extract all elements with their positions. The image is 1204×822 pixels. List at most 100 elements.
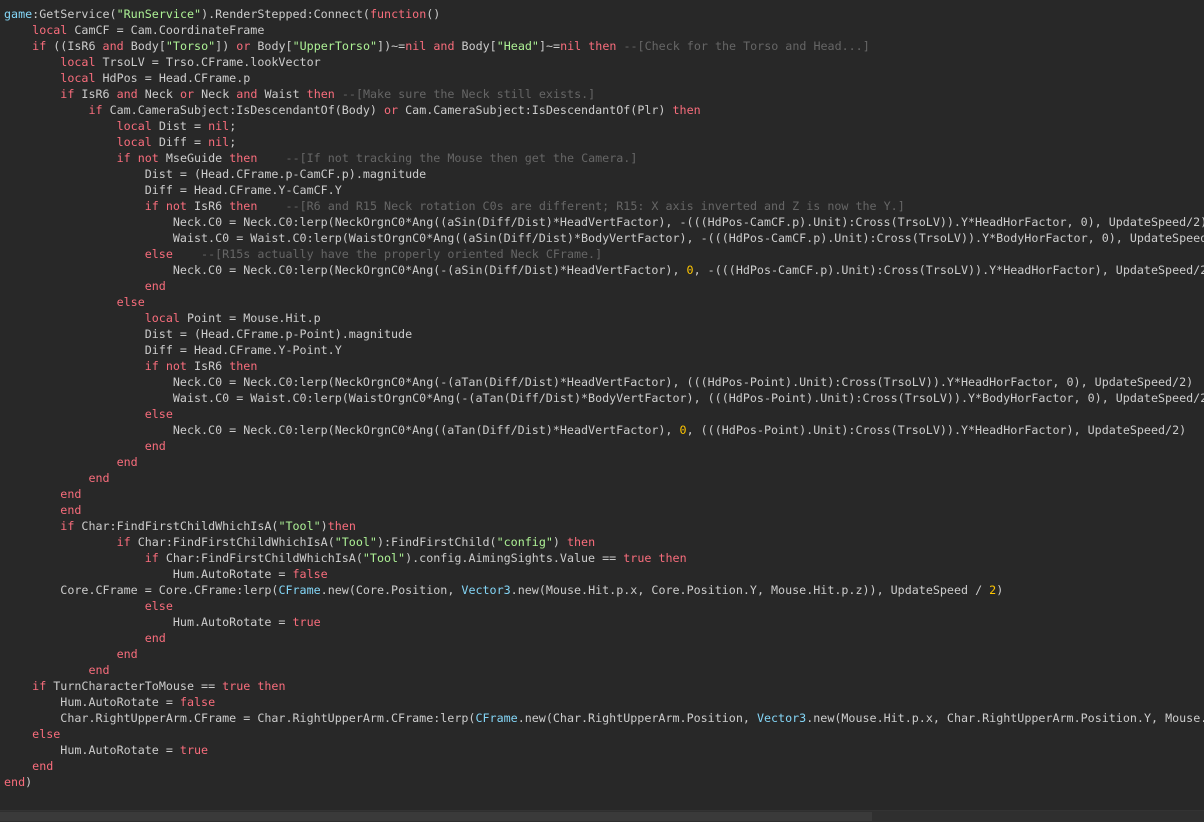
code-token: Hum.AutoRotate = (4, 615, 293, 629)
code-line[interactable]: local HdPos = Head.CFrame.p (0, 70, 1204, 86)
code-line[interactable]: if Char:FindFirstChildWhichIsA("Tool").c… (0, 550, 1204, 566)
keyword-token: if (60, 519, 75, 533)
code-line[interactable]: else (0, 406, 1204, 422)
code-line[interactable]: else (0, 598, 1204, 614)
code-line[interactable]: Waist.C0 = Waist.C0:lerp(WaistOrgnC0*Ang… (0, 230, 1204, 246)
code-line[interactable]: Hum.AutoRotate = true (0, 742, 1204, 758)
keyword-token: and (236, 87, 258, 101)
keyword-token: then (229, 151, 258, 165)
code-token: Body[ (123, 39, 166, 53)
code-line[interactable]: if Cam.CameraSubject:IsDescendantOf(Body… (0, 102, 1204, 118)
keyword-token: else (144, 247, 173, 261)
code-line[interactable]: end (0, 470, 1204, 486)
code-line[interactable]: end (0, 758, 1204, 774)
code-token: :GetService( (32, 7, 117, 21)
code-line[interactable]: end (0, 502, 1204, 518)
code-token: Char.RightUpperArm.CFrame = Char.RightUp… (4, 711, 476, 725)
keyword-token: and (116, 87, 138, 101)
code-line[interactable]: end (0, 278, 1204, 294)
code-line[interactable]: end (0, 630, 1204, 646)
code-token: Hum.AutoRotate = (4, 695, 180, 709)
comment-token: --[If not tracking the Mouse then get th… (285, 151, 638, 165)
code-line[interactable]: Hum.AutoRotate = true (0, 614, 1204, 630)
code-line[interactable]: local CamCF = Cam.CoordinateFrame (0, 22, 1204, 38)
code-line[interactable]: else --[R15s actually have the properly … (0, 246, 1204, 262)
keyword-token: end (32, 759, 54, 773)
keyword-token: then (672, 103, 701, 117)
code-line[interactable]: if Char:FindFirstChildWhichIsA("Tool")th… (0, 518, 1204, 534)
code-token: ):FindFirstChild( (376, 535, 497, 549)
keyword-token: else (144, 599, 173, 613)
code-line[interactable]: Hum.AutoRotate = false (0, 566, 1204, 582)
builtin-token: Vector3 (461, 583, 511, 597)
horizontal-scrollbar[interactable] (0, 810, 1204, 822)
string-token: "config" (496, 535, 553, 549)
code-token: Dist = (151, 119, 209, 133)
code-line[interactable]: Waist.C0 = Waist.C0:lerp(WaistOrgnC0*Ang… (0, 390, 1204, 406)
code-line[interactable]: if not IsR6 then --[R6 and R15 Neck rota… (0, 198, 1204, 214)
code-line[interactable]: Diff = Head.CFrame.Y-Point.Y (0, 342, 1204, 358)
code-line[interactable]: Core.CFrame = Core.CFrame:lerp(CFrame.ne… (0, 582, 1204, 598)
code-line[interactable]: Char.RightUpperArm.CFrame = Char.RightUp… (0, 710, 1204, 726)
builtin-token: game (4, 7, 33, 21)
code-line[interactable]: Neck.C0 = Neck.C0:lerp(NeckOrgnC0*Ang(-(… (0, 374, 1204, 390)
keyword-token: then (257, 679, 286, 693)
keyword-token: true (623, 551, 652, 565)
code-token: HdPos = Head.CFrame.p (95, 71, 251, 85)
script-editor[interactable]: game:GetService("RunService").RenderStep… (0, 0, 1204, 822)
code-line[interactable]: Neck.C0 = Neck.C0:lerp(NeckOrgnC0*Ang((a… (0, 422, 1204, 438)
code-line[interactable]: Neck.C0 = Neck.C0:lerp(NeckOrgnC0*Ang((a… (0, 214, 1204, 230)
builtin-token: CFrame (278, 583, 321, 597)
horizontal-scrollbar-thumb[interactable] (0, 812, 872, 821)
code-line[interactable]: local Point = Mouse.Hit.p (0, 310, 1204, 326)
code-token: ((IsR6 (46, 39, 103, 53)
code-line[interactable]: end (0, 662, 1204, 678)
code-token: ) (996, 583, 1004, 597)
code-token: Cam.CameraSubject:IsDescendantOf(Body) (102, 103, 384, 117)
code-line[interactable]: end (0, 454, 1204, 470)
code-line[interactable]: Diff = Head.CFrame.Y-CamCF.Y (0, 182, 1204, 198)
code-line[interactable]: local TrsoLV = Trso.CFrame.lookVector (0, 54, 1204, 70)
code-line[interactable]: game:GetService("RunService").RenderStep… (0, 6, 1204, 22)
keyword-token: local (60, 55, 96, 69)
code-token: Core.CFrame = Core.CFrame:lerp( (4, 583, 279, 597)
code-line[interactable]: else (0, 294, 1204, 310)
code-line[interactable]: end) (0, 774, 1204, 790)
keyword-token: if (60, 87, 75, 101)
keyword-token: end (60, 503, 82, 517)
code-line[interactable]: Dist = (Head.CFrame.p-CamCF.p).magnitude (0, 166, 1204, 182)
code-area[interactable]: game:GetService("RunService").RenderStep… (0, 6, 1204, 790)
code-token: Neck (194, 87, 237, 101)
code-line[interactable]: if TurnCharacterToMouse == true then (0, 678, 1204, 694)
code-line[interactable]: if ((IsR6 and Body["Torso"]) or Body["Up… (0, 38, 1204, 54)
keyword-token: then (658, 551, 687, 565)
code-line[interactable]: Neck.C0 = Neck.C0:lerp(NeckOrgnC0*Ang(-(… (0, 262, 1204, 278)
code-line[interactable]: Dist = (Head.CFrame.p-Point).magnitude (0, 326, 1204, 342)
code-token: MseGuide (158, 151, 230, 165)
code-line[interactable]: if Char:FindFirstChildWhichIsA("Tool"):F… (0, 534, 1204, 550)
code-token: .new(Char.RightUpperArm.Position, (517, 711, 757, 725)
code-line[interactable]: if IsR6 and Neck or Neck and Waist then … (0, 86, 1204, 102)
code-token: ).RenderStepped:Connect( (201, 7, 370, 21)
code-line[interactable]: Hum.AutoRotate = false (0, 694, 1204, 710)
code-line[interactable]: end (0, 486, 1204, 502)
code-line[interactable]: end (0, 646, 1204, 662)
code-line[interactable]: else (0, 726, 1204, 742)
code-line[interactable]: end (0, 438, 1204, 454)
keyword-token: then (327, 519, 356, 533)
code-token: ]) (215, 39, 237, 53)
code-token: Dist = (Head.CFrame.p-CamCF.p).magnitude (4, 167, 427, 181)
keyword-token: then (566, 535, 596, 549)
code-line[interactable]: if not IsR6 then (0, 358, 1204, 374)
keyword-token: end (116, 647, 138, 661)
code-line[interactable]: if not MseGuide then --[If not tracking … (0, 150, 1204, 166)
code-line[interactable]: local Diff = nil; (0, 134, 1204, 150)
code-line[interactable]: local Dist = nil; (0, 118, 1204, 134)
